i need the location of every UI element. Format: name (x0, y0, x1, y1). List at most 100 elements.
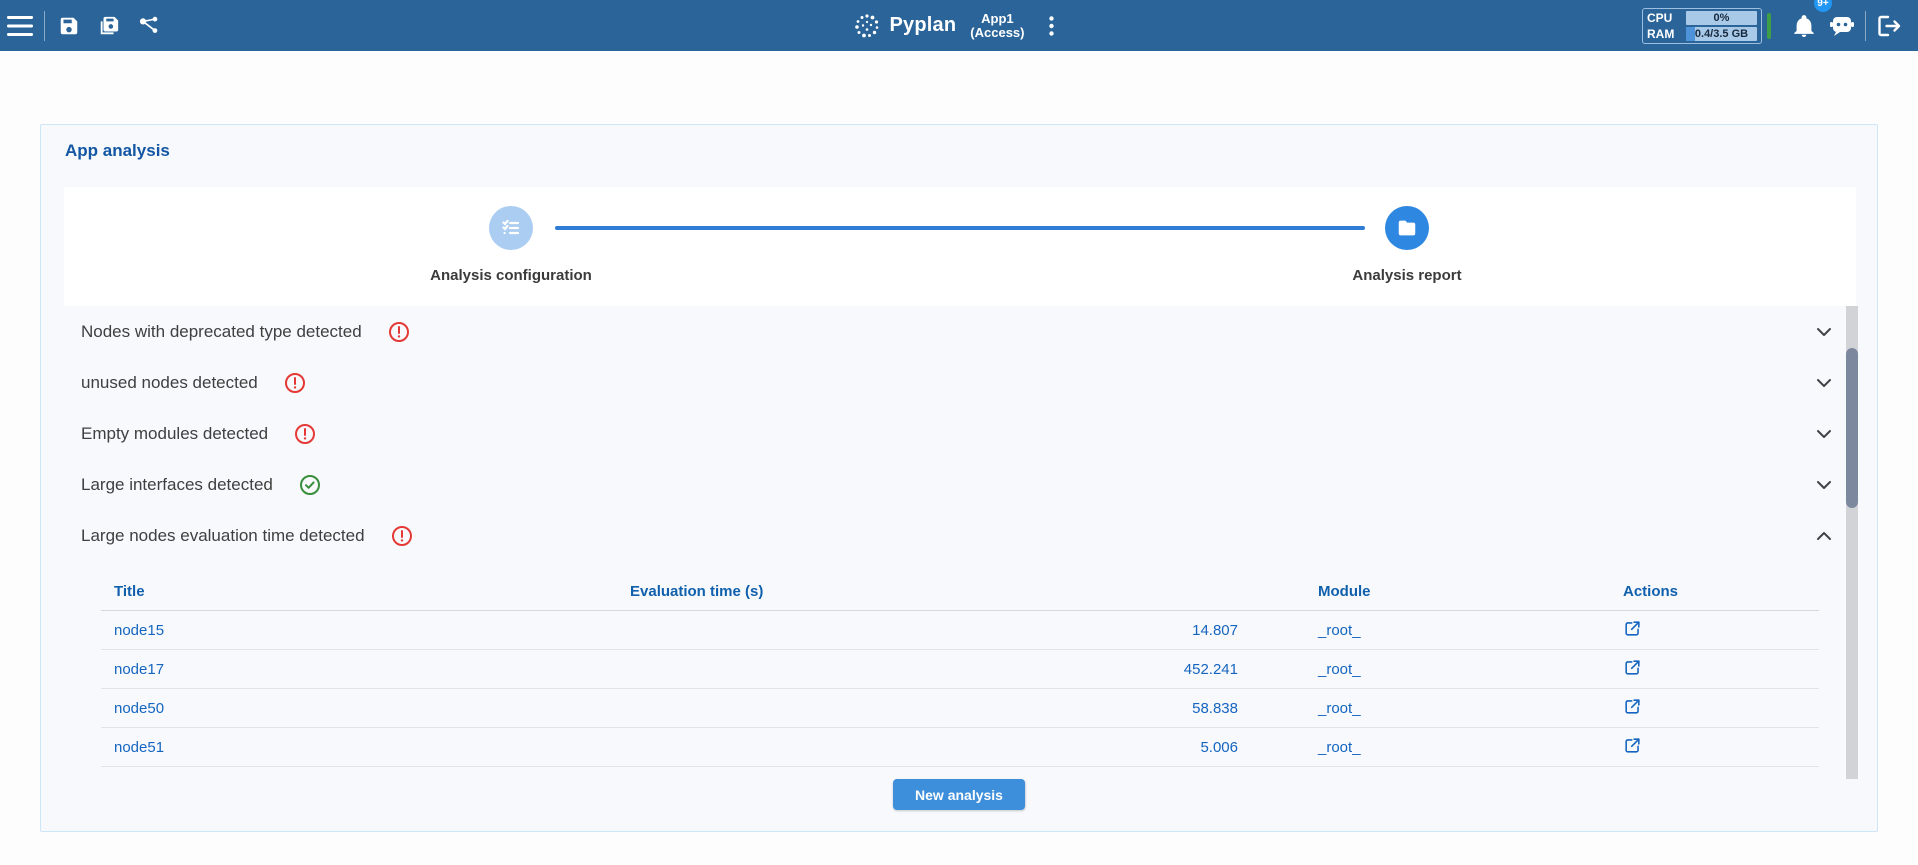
open-node-button[interactable] (1623, 619, 1642, 638)
table-row: node15 14.807 _root_ (101, 611, 1819, 650)
topbar-divider (44, 11, 45, 41)
scrollbar-track[interactable] (1846, 306, 1858, 779)
accordion-label: Empty modules detected (81, 424, 268, 444)
share-model-button[interactable] (129, 0, 169, 51)
topbar-divider-right (1865, 11, 1866, 41)
resource-monitor: CPU 0% RAM 0.4/3.5 GB (1642, 8, 1762, 44)
cpu-label: CPU (1647, 11, 1681, 25)
analysis-stepper: Analysis configuration Analysis report (64, 187, 1856, 306)
ram-value: 0.4/3.5 GB (1686, 27, 1757, 41)
column-header-actions: Actions (1556, 583, 1819, 600)
topbar-left-actions (0, 0, 169, 51)
module-link[interactable]: _root_ (1251, 700, 1556, 717)
chevron-down-icon (1812, 422, 1836, 446)
save-all-button[interactable] (89, 0, 129, 51)
accordion-item-large-interfaces[interactable]: Large interfaces detected (64, 459, 1844, 510)
ram-label: RAM (1647, 27, 1681, 41)
evaluation-time-value: 5.006 (617, 739, 1251, 756)
table-header-row: Title Evaluation time (s) Module Actions (101, 573, 1819, 611)
folder-icon (1396, 217, 1418, 239)
ram-row: RAM 0.4/3.5 GB (1647, 27, 1757, 41)
step-analysis-report[interactable] (1385, 206, 1429, 250)
accordion-item-empty-modules[interactable]: Empty modules detected (64, 408, 1844, 459)
node-title-link[interactable]: node17 (101, 661, 617, 678)
external-link-icon (1623, 619, 1642, 638)
external-link-icon (1623, 736, 1642, 755)
node-title-link[interactable]: node50 (101, 700, 617, 717)
bell-icon (1792, 14, 1816, 38)
accordion-item-large-evaluation-time[interactable]: Large nodes evaluation time detected (64, 510, 1844, 561)
table-row: node17 452.241 _root_ (101, 650, 1819, 689)
chevron-down-icon (1812, 371, 1836, 395)
error-status-icon (284, 372, 306, 394)
app-menu-button[interactable] (1038, 0, 1064, 51)
save-icon (58, 15, 80, 37)
evaluation-time-value: 14.807 (617, 622, 1251, 639)
column-header-evaluation-time: Evaluation time (s) (617, 583, 1251, 600)
evaluation-time-value: 58.838 (617, 700, 1251, 717)
step-label-configuration: Analysis configuration (381, 267, 641, 284)
error-status-icon (294, 423, 316, 445)
stepper-connector (555, 226, 1365, 230)
dots-vertical-icon (1049, 16, 1054, 36)
external-link-icon (1623, 697, 1642, 716)
scrollbar-thumb[interactable] (1846, 348, 1858, 508)
page-title: App analysis (65, 141, 170, 161)
error-status-icon (391, 525, 413, 547)
column-header-title: Title (101, 583, 617, 600)
ram-meter: 0.4/3.5 GB (1686, 27, 1757, 41)
brand[interactable]: Pyplan (854, 13, 957, 39)
hamburger-icon (7, 16, 33, 36)
save-all-icon (98, 15, 120, 37)
brand-name: Pyplan (890, 14, 957, 37)
logout-icon (1877, 15, 1901, 37)
node-title-link[interactable]: node15 (101, 622, 617, 639)
app-analysis-card: App analysis Analysis configuration Anal… (40, 124, 1878, 832)
top-bar: Pyplan App1 (Access) CPU 0% (0, 0, 1918, 51)
logout-button[interactable] (1870, 0, 1908, 51)
evaluation-time-table: Title Evaluation time (s) Module Actions… (101, 573, 1819, 767)
menu-button[interactable] (0, 0, 40, 51)
share-icon (138, 15, 160, 37)
app-name: App1 (970, 12, 1024, 26)
module-link[interactable]: _root_ (1251, 622, 1556, 639)
module-link[interactable]: _root_ (1251, 661, 1556, 678)
open-node-button[interactable] (1623, 736, 1642, 755)
cpu-row: CPU 0% (1647, 11, 1757, 25)
topbar-right: CPU 0% RAM 0.4/3.5 GB (1642, 0, 1918, 51)
accordion-label: Large interfaces detected (81, 475, 273, 495)
open-node-button[interactable] (1623, 658, 1642, 677)
new-analysis-button[interactable]: New analysis (893, 779, 1025, 810)
module-link[interactable]: _root_ (1251, 739, 1556, 756)
accordion-label: Nodes with deprecated type detected (81, 322, 362, 342)
accordion-item-deprecated-nodes[interactable]: Nodes with deprecated type detected (64, 306, 1844, 357)
current-app-label[interactable]: App1 (Access) (970, 12, 1024, 40)
accordion-label: Large nodes evaluation time detected (81, 526, 365, 546)
accordion-label: unused nodes detected (81, 373, 258, 393)
evaluation-time-value: 452.241 (617, 661, 1251, 678)
app-root: Pyplan App1 (Access) CPU 0% (0, 0, 1918, 865)
checklist-icon (499, 216, 523, 240)
notifications-button[interactable]: 9+ (1785, 0, 1823, 51)
chevron-down-icon (1812, 320, 1836, 344)
step-analysis-configuration[interactable] (489, 206, 533, 250)
success-status-icon (299, 474, 321, 496)
chevron-down-icon (1812, 473, 1836, 497)
column-header-module: Module (1251, 583, 1556, 600)
chat-bot-icon (1829, 14, 1855, 38)
external-link-icon (1623, 658, 1642, 677)
topbar-center: Pyplan App1 (Access) (0, 0, 1918, 51)
save-button[interactable] (49, 0, 89, 51)
accordion-item-unused-nodes[interactable]: unused nodes detected (64, 357, 1844, 408)
node-title-link[interactable]: node51 (101, 739, 617, 756)
app-access: (Access) (970, 26, 1024, 40)
error-status-icon (388, 321, 410, 343)
open-node-button[interactable] (1623, 697, 1642, 716)
table-row: node51 5.006 _root_ (101, 728, 1819, 767)
step-label-report: Analysis report (1277, 267, 1537, 284)
engine-status-indicator (1767, 13, 1771, 39)
table-row: node50 58.838 _root_ (101, 689, 1819, 728)
chevron-up-icon (1812, 524, 1836, 548)
pyplan-logo-icon (854, 13, 880, 39)
cpu-meter: 0% (1686, 11, 1757, 25)
